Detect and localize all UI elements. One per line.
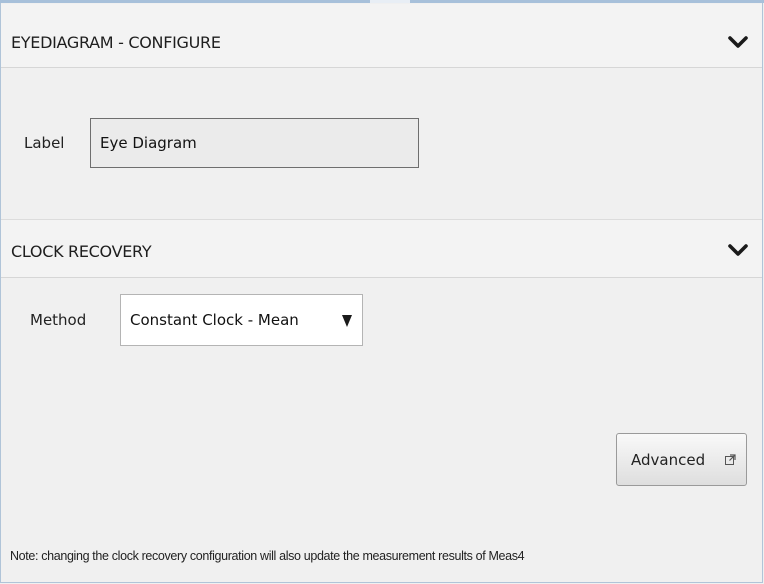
chevron-down-icon[interactable] xyxy=(728,244,748,258)
method-caption: Method xyxy=(30,311,87,329)
label-input-value: Eye Diagram xyxy=(100,134,197,152)
external-link-icon xyxy=(725,454,736,465)
triangle-down-icon xyxy=(342,315,352,327)
configure-section-header[interactable]: EYEDIAGRAM - CONFIGURE xyxy=(1,4,762,68)
clock-recovery-section-title: CLOCK RECOVERY xyxy=(11,242,152,261)
advanced-button[interactable]: Advanced xyxy=(616,433,747,486)
label-caption: Label xyxy=(24,134,65,152)
label-input[interactable]: Eye Diagram xyxy=(90,118,419,168)
top-border-notch xyxy=(370,0,410,3)
footer-note: Note: changing the clock recovery config… xyxy=(10,549,525,563)
top-border-right xyxy=(410,0,764,3)
configure-panel xyxy=(0,0,763,583)
chevron-down-icon[interactable] xyxy=(728,36,748,50)
advanced-button-label: Advanced xyxy=(631,451,706,469)
method-dropdown[interactable]: Constant Clock - Mean xyxy=(120,294,363,346)
clock-recovery-section-header[interactable]: CLOCK RECOVERY xyxy=(1,219,762,278)
configure-section-title: EYEDIAGRAM - CONFIGURE xyxy=(11,33,221,52)
top-border-left xyxy=(0,0,370,3)
method-selected-value: Constant Clock - Mean xyxy=(130,311,299,329)
